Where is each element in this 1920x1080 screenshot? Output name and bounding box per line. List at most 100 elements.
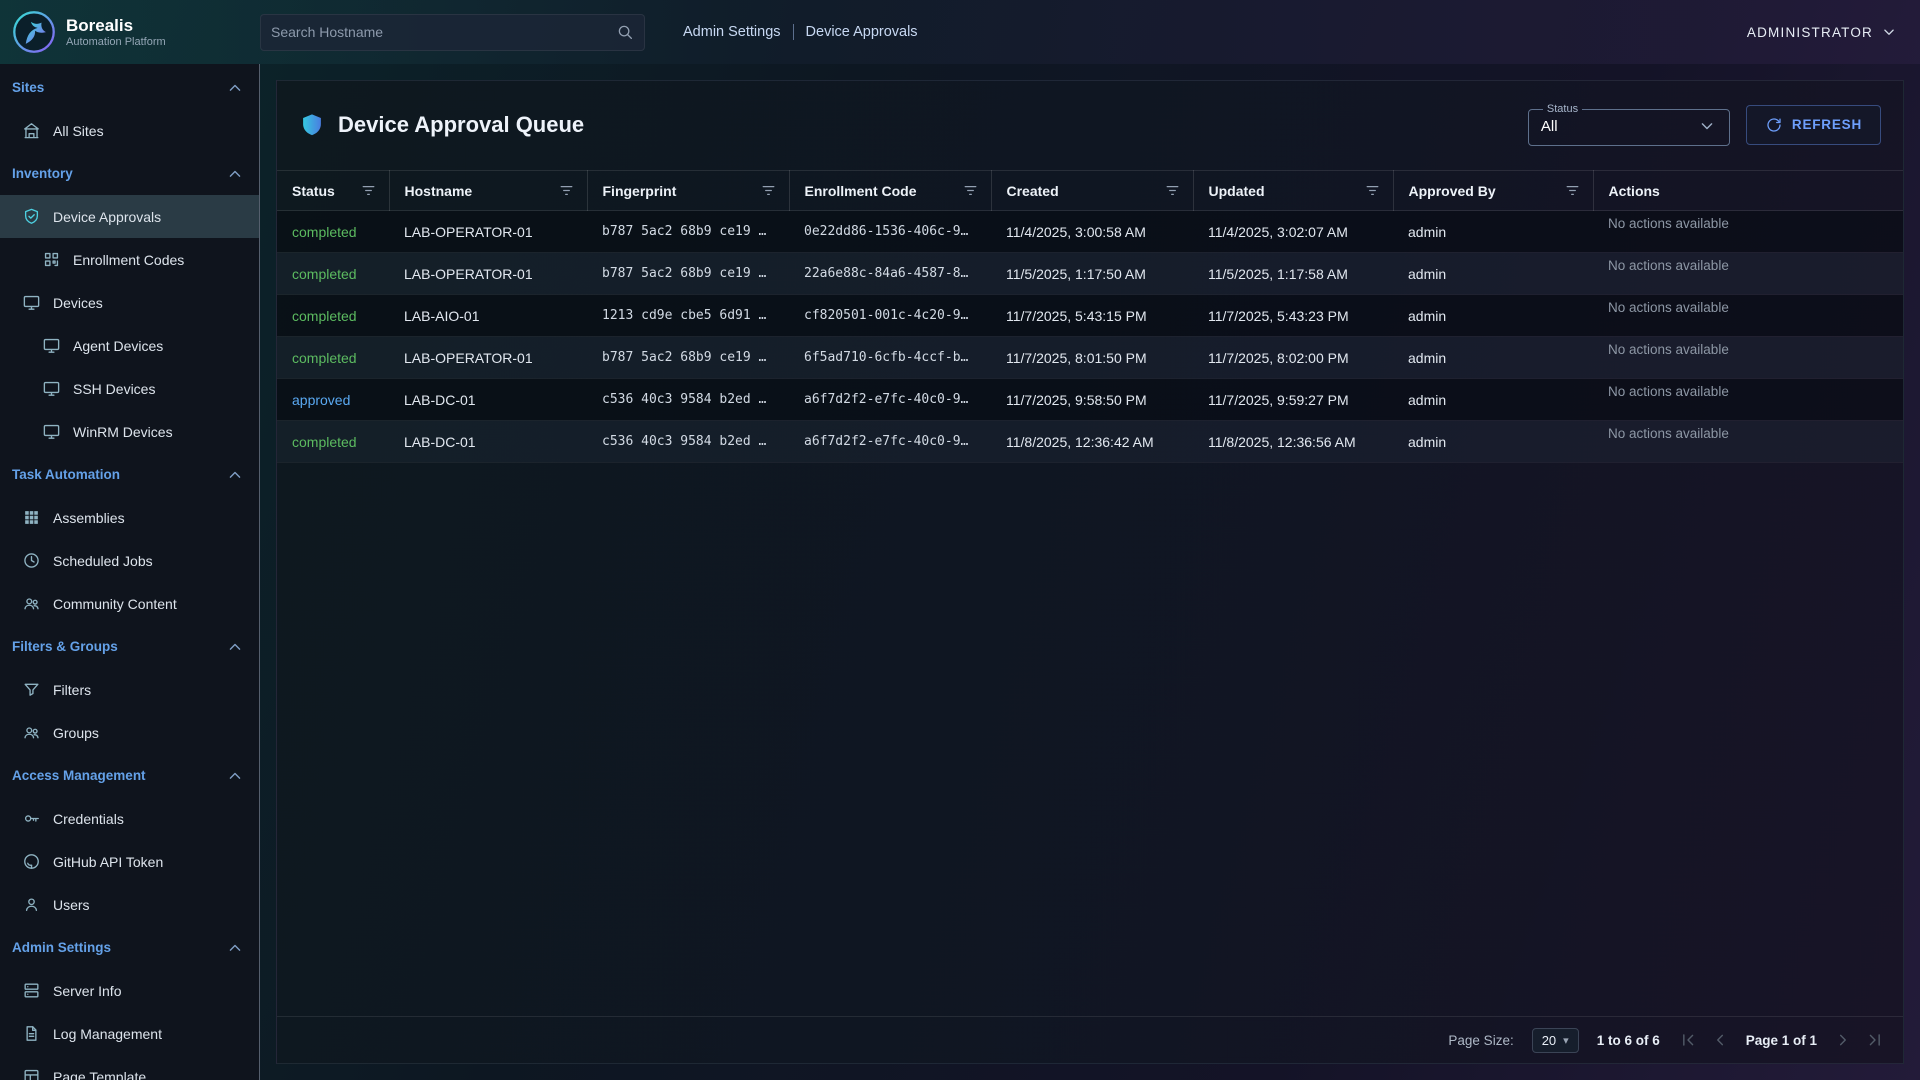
- sidebar-item-groups[interactable]: Groups: [0, 711, 259, 754]
- log-icon: [22, 1024, 41, 1043]
- sidebar-item-devices[interactable]: Devices: [0, 281, 259, 324]
- filter-icon[interactable]: [760, 182, 777, 199]
- page-size-select[interactable]: 20 ▾: [1532, 1028, 1579, 1053]
- user-menu[interactable]: ADMINISTRATOR: [1747, 23, 1898, 41]
- sidebar-item-community-content[interactable]: Community Content: [0, 582, 259, 625]
- sidebar-section-label: Filters & Groups: [12, 639, 118, 654]
- col-label: Hostname: [405, 183, 473, 199]
- monitor-icon: [42, 336, 61, 355]
- table-row: completedLAB-AIO-011213 cd9e cbe5 6d91 ……: [277, 295, 1903, 337]
- filter-icon[interactable]: [360, 182, 377, 199]
- filter-icon[interactable]: [962, 182, 979, 199]
- sidebar-item-users[interactable]: Users: [0, 883, 259, 926]
- col-header-hostname[interactable]: Hostname: [389, 171, 587, 211]
- clock-icon: [22, 551, 41, 570]
- sidebar-item-label: Filters: [53, 682, 91, 698]
- cell-enrollment_code: 22a6e88c-84a6-4587-8…: [789, 253, 991, 295]
- cell-approved_by: admin: [1393, 337, 1593, 379]
- cell-updated: 11/7/2025, 9:59:27 PM: [1193, 379, 1393, 421]
- sidebar-item-server-info[interactable]: Server Info: [0, 969, 259, 1012]
- sidebar-item-label: Devices: [53, 295, 103, 311]
- col-header-approved-by[interactable]: Approved By: [1393, 171, 1593, 211]
- col-header-actions[interactable]: Actions: [1593, 171, 1903, 211]
- next-page-icon[interactable]: [1833, 1030, 1853, 1050]
- sidebar-item-label: Users: [53, 897, 90, 913]
- app-root: Borealis Automation Platform Admin Setti…: [0, 0, 1920, 1080]
- refresh-button[interactable]: REFRESH: [1746, 105, 1881, 145]
- sidebar-item-page-template[interactable]: Page Template: [0, 1055, 259, 1080]
- first-page-icon[interactable]: [1678, 1030, 1698, 1050]
- sidebar-item-label: Log Management: [53, 1026, 162, 1042]
- sidebar-item-scheduled-jobs[interactable]: Scheduled Jobs: [0, 539, 259, 582]
- cell-enrollment_code: a6f7d2f2-e7fc-40c0-9…: [789, 379, 991, 421]
- cell-updated: 11/8/2025, 12:36:56 AM: [1193, 421, 1393, 463]
- sidebar-item-agent-devices[interactable]: Agent Devices: [0, 324, 259, 367]
- monitor-icon: [22, 293, 41, 312]
- people-icon: [22, 594, 41, 613]
- cell-hostname: LAB-OPERATOR-01: [389, 253, 587, 295]
- col-header-created[interactable]: Created: [991, 171, 1193, 211]
- people-icon: [22, 723, 41, 742]
- sidebar-item-label: Groups: [53, 725, 99, 741]
- app-subtitle: Automation Platform: [66, 36, 166, 48]
- col-label: Status: [292, 183, 335, 199]
- cell-actions: No actions available: [1593, 295, 1903, 337]
- sidebar-item-device-approvals[interactable]: Device Approvals: [0, 195, 259, 238]
- sidebar-section-task-automation[interactable]: Task Automation: [0, 453, 259, 496]
- sidebar-section-admin-settings[interactable]: Admin Settings: [0, 926, 259, 969]
- breadcrumb-admin-settings[interactable]: Admin Settings: [683, 24, 781, 40]
- table-row: completedLAB-DC-01c536 40c3 9584 b2ed …a…: [277, 421, 1903, 463]
- cell-status: completed: [277, 253, 389, 295]
- col-header-fingerprint[interactable]: Fingerprint: [587, 171, 789, 211]
- sidebar-item-label: GitHub API Token: [53, 854, 163, 870]
- sidebar-item-assemblies[interactable]: Assemblies: [0, 496, 259, 539]
- cell-fingerprint: 1213 cd9e cbe5 6d91 …: [587, 295, 789, 337]
- col-header-status[interactable]: Status: [277, 171, 389, 211]
- status-filter-value: All: [1541, 118, 1558, 135]
- breadcrumb: Admin Settings Device Approvals: [683, 24, 918, 40]
- app-name: Borealis: [66, 16, 166, 36]
- col-header-enrollment-code[interactable]: Enrollment Code: [789, 171, 991, 211]
- cell-status: completed: [277, 295, 389, 337]
- page-size-label: Page Size:: [1448, 1033, 1513, 1048]
- sidebar-item-all-sites[interactable]: All Sites: [0, 109, 259, 152]
- sidebar-item-ssh-devices[interactable]: SSH Devices: [0, 367, 259, 410]
- sidebar-item-log-management[interactable]: Log Management: [0, 1012, 259, 1055]
- sidebar-section-filters-groups[interactable]: Filters & Groups: [0, 625, 259, 668]
- filter-icon[interactable]: [1564, 182, 1581, 199]
- chevron-up-icon: [225, 465, 245, 485]
- main-panel: Device Approval Queue Status All REFRESH: [276, 80, 1904, 1064]
- borealis-logo: [12, 10, 56, 54]
- chevron-up-icon: [225, 164, 245, 184]
- sidebar-item-winrm-devices[interactable]: WinRM Devices: [0, 410, 259, 453]
- cell-actions: No actions available: [1593, 379, 1903, 421]
- cell-actions: No actions available: [1593, 211, 1903, 253]
- sidebar-section-label: Inventory: [12, 166, 73, 181]
- filter-icon[interactable]: [558, 182, 575, 199]
- last-page-icon[interactable]: [1865, 1030, 1885, 1050]
- sidebar-section-inventory[interactable]: Inventory: [0, 152, 259, 195]
- chevron-down-icon: [1880, 23, 1898, 41]
- user-label: ADMINISTRATOR: [1747, 25, 1873, 40]
- sidebar-section-access-management[interactable]: Access Management: [0, 754, 259, 797]
- filter-icon[interactable]: [1364, 182, 1381, 199]
- sidebar: SitesAll Sites Inventory Device ApprovalsE…: [0, 64, 260, 1080]
- sidebar-section-sites[interactable]: Sites: [0, 66, 259, 109]
- sidebar-item-filters[interactable]: Filters: [0, 668, 259, 711]
- search-icon[interactable]: [616, 23, 634, 41]
- sidebar-item-enrollment-codes[interactable]: Enrollment Codes: [0, 238, 259, 281]
- status-filter-select[interactable]: Status All: [1528, 103, 1730, 146]
- sidebar-item-credentials[interactable]: Credentials: [0, 797, 259, 840]
- brand[interactable]: Borealis Automation Platform: [0, 10, 260, 54]
- search-input[interactable]: [271, 24, 616, 40]
- cell-approved_by: admin: [1393, 379, 1593, 421]
- col-header-updated[interactable]: Updated: [1193, 171, 1393, 211]
- cell-approved_by: admin: [1393, 211, 1593, 253]
- cell-hostname: LAB-OPERATOR-01: [389, 337, 587, 379]
- chevron-down-icon: [1697, 116, 1717, 136]
- sidebar-item-github-api-token[interactable]: GitHub API Token: [0, 840, 259, 883]
- filter-icon[interactable]: [1164, 182, 1181, 199]
- previous-page-icon[interactable]: [1710, 1030, 1730, 1050]
- header-controls: Status All REFRESH: [1528, 103, 1881, 146]
- breadcrumb-device-approvals[interactable]: Device Approvals: [806, 24, 918, 40]
